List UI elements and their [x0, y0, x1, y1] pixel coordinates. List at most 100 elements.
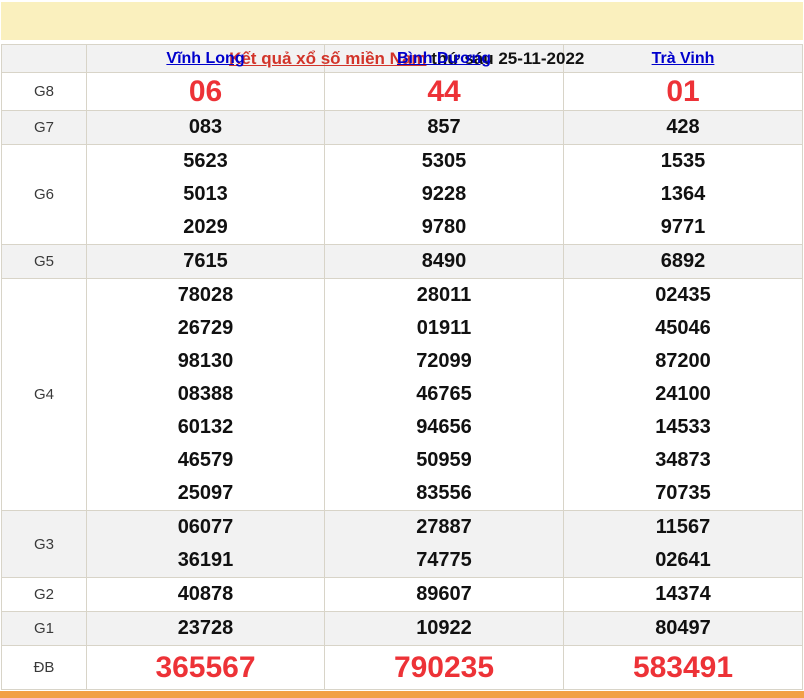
result-number: 14533 [655, 416, 711, 438]
result-number: 24100 [655, 383, 711, 405]
result-number: 857 [427, 116, 461, 138]
prize-label: G1 [1, 611, 87, 646]
result-cell: 89607 [324, 577, 564, 612]
result-number: 46765 [416, 383, 472, 405]
result-number: 01 [666, 75, 700, 108]
results-table: Vĩnh Long Bình Dương Trà Vinh G8 06 44 01 G7 08… [1, 44, 803, 690]
result-number: 89607 [416, 583, 472, 605]
prize-row-db: ĐB 365567 790235 583491 [1, 645, 803, 690]
result-number: 83556 [416, 482, 472, 504]
result-number: 70735 [655, 482, 711, 504]
result-number: 9771 [660, 216, 706, 238]
result-number: 1364 [660, 183, 706, 205]
result-cell: 6892 [563, 244, 803, 279]
result-number: 46579 [177, 449, 234, 471]
result-number: 26729 [177, 317, 234, 339]
prize-row-g3: G3 06077 36191 27887 74775 11567 02641 [1, 510, 803, 578]
prize-row-g1: G1 23728 10922 80497 [1, 611, 803, 646]
result-cell: 857 [324, 110, 564, 145]
result-number: 365567 [155, 651, 256, 684]
prize-row-g6: G6 5623 5013 2029 5305 9228 9780 1535 1364 9771 [1, 144, 803, 245]
result-cell: 8490 [324, 244, 564, 279]
result-number: 50959 [416, 449, 472, 471]
result-number: 94656 [416, 416, 472, 438]
result-number: 9780 [421, 216, 467, 238]
result-cell: 28011 01911 72099 46765 94656 50959 83556 [324, 278, 564, 511]
column-link-binh-duong[interactable]: Bình Dương [397, 50, 491, 67]
result-number: 11567 [655, 516, 711, 538]
result-number: 36191 [177, 549, 234, 571]
result-number: 72099 [416, 350, 472, 372]
result-cell: 428 [563, 110, 803, 145]
column-link-tra-vinh[interactable]: Trà Vinh [652, 50, 715, 67]
result-number: 06077 [177, 516, 234, 538]
result-number: 78028 [177, 284, 234, 306]
result-number: 9228 [421, 183, 467, 205]
result-number: 23728 [177, 617, 234, 639]
result-number: 45046 [655, 317, 711, 339]
result-number: 40878 [177, 583, 234, 605]
result-cell: 06 [86, 72, 325, 111]
prize-row-g4: G4 78028 26729 98130 08388 60132 46579 25097 280… [1, 278, 803, 511]
result-cell: 06077 36191 [86, 510, 325, 578]
result-number: 1535 [660, 150, 706, 172]
result-number: 80497 [655, 617, 711, 639]
prize-label: G8 [1, 72, 87, 111]
result-number: 14374 [655, 583, 711, 605]
result-cell: 11567 02641 [563, 510, 803, 578]
prize-label: G4 [1, 278, 87, 511]
result-cell: 40878 [86, 577, 325, 612]
result-number: 10922 [416, 617, 472, 639]
result-number: 98130 [177, 350, 234, 372]
prize-label: G5 [1, 244, 87, 279]
result-number: 583491 [632, 651, 734, 684]
prize-row-g5: G5 7615 8490 6892 [1, 244, 803, 279]
result-number: 87200 [655, 350, 711, 372]
prize-label: G6 [1, 144, 87, 245]
result-cell: 365567 [86, 645, 325, 690]
result-cell: 01 [563, 72, 803, 111]
results-body: G8 06 44 01 G7 083 857 428 G6 5623 5013 2029 5305 922… [1, 72, 803, 690]
result-number: 5013 [183, 183, 228, 205]
result-number: 6892 [660, 250, 706, 272]
result-cell: 1535 1364 9771 [563, 144, 803, 245]
result-cell: 790235 [324, 645, 564, 690]
result-number: 44 [427, 75, 461, 108]
result-number: 7615 [183, 250, 228, 272]
header-corner-cell [1, 44, 87, 73]
result-number: 01911 [416, 317, 472, 339]
result-number: 02641 [655, 549, 711, 571]
result-number: 5623 [183, 150, 228, 172]
result-cell: 27887 74775 [324, 510, 564, 578]
result-number: 08388 [177, 383, 234, 405]
result-number: 06 [188, 75, 223, 108]
result-cell: 23728 [86, 611, 325, 646]
bottom-accent-bar [0, 691, 804, 698]
result-cell: 10922 [324, 611, 564, 646]
result-cell: 78028 26729 98130 08388 60132 46579 25097 [86, 278, 325, 511]
result-cell: 5623 5013 2029 [86, 144, 325, 245]
result-number: 02435 [655, 284, 711, 306]
column-header-cell: Trà Vinh [563, 44, 803, 73]
result-number: 8490 [421, 250, 467, 272]
result-number: 790235 [393, 651, 495, 684]
column-link-vinh-long[interactable]: Vĩnh Long [166, 50, 244, 67]
prize-label: G2 [1, 577, 87, 612]
result-number: 2029 [183, 216, 228, 238]
prize-label: ĐB [1, 645, 87, 690]
result-cell: 80497 [563, 611, 803, 646]
result-cell: 083 [86, 110, 325, 145]
result-number: 27887 [416, 516, 472, 538]
prize-label: G7 [1, 110, 87, 145]
result-cell: 5305 9228 9780 [324, 144, 564, 245]
prize-row-g2: G2 40878 89607 14374 [1, 577, 803, 612]
result-cell: 44 [324, 72, 564, 111]
result-number: 428 [666, 116, 700, 138]
result-cell: 583491 [563, 645, 803, 690]
result-number: 34873 [655, 449, 711, 471]
result-number: 74775 [416, 549, 472, 571]
title-bar: Kết quả xổ số miền Nam thứ sáu 25-11-202… [1, 2, 803, 68]
result-number: 28011 [416, 284, 472, 306]
result-cell: 02435 45046 87200 24100 14533 34873 70735 [563, 278, 803, 511]
result-number: 5305 [421, 150, 467, 172]
